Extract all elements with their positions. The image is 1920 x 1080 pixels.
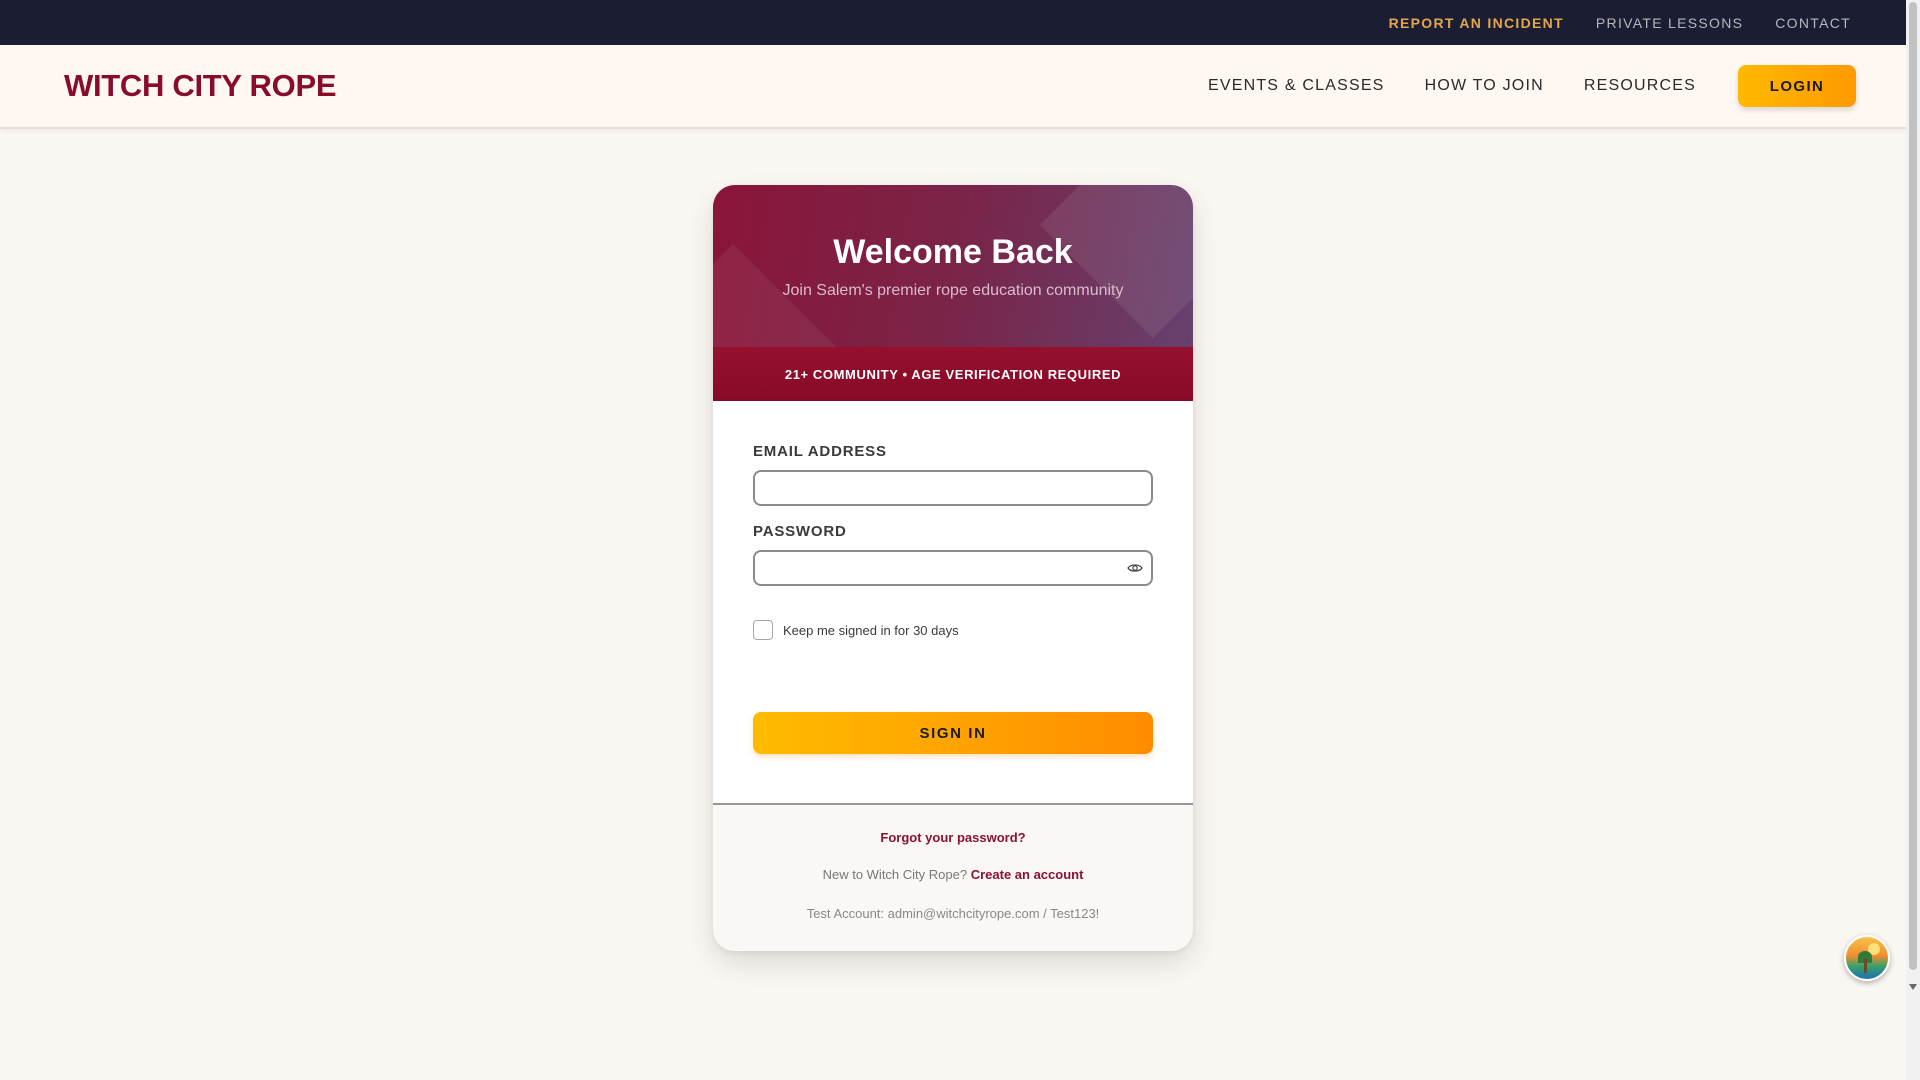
site-logo[interactable]: WITCH CITY ROPE xyxy=(64,68,337,104)
age-verification-banner: 21+ COMMUNITY • AGE VERIFICATION REQUIRE… xyxy=(713,347,1193,401)
password-label: PASSWORD xyxy=(753,523,847,540)
password-field[interactable] xyxy=(753,550,1153,586)
remember-me-row: Keep me signed in for 30 days xyxy=(753,620,1153,640)
password-wrap xyxy=(753,550,1153,586)
nav-how-to-join[interactable]: HOW TO JOIN xyxy=(1425,77,1544,95)
contact-link[interactable]: CONTACT xyxy=(1775,15,1851,31)
forgot-password-link[interactable]: Forgot your password? xyxy=(880,830,1025,845)
utility-bar: REPORT AN INCIDENT PRIVATE LESSONS CONTA… xyxy=(0,0,1906,45)
create-account-row: New to Witch City Rope? Create an accoun… xyxy=(713,867,1193,882)
nav-resources[interactable]: RESOURCES xyxy=(1584,77,1696,95)
main-nav: EVENTS & CLASSES HOW TO JOIN RESOURCES L… xyxy=(1208,65,1856,107)
email-field[interactable] xyxy=(753,470,1153,506)
scrollbar-thumb[interactable] xyxy=(1909,2,1917,970)
trunk-shape xyxy=(1864,959,1867,973)
page-title: Welcome Back xyxy=(833,233,1073,271)
new-user-prefix: New to Witch City Rope? xyxy=(822,867,971,882)
eye-icon[interactable] xyxy=(1127,560,1143,576)
create-account-link[interactable]: Create an account xyxy=(971,867,1084,882)
page-scrollbar[interactable] xyxy=(1906,0,1920,1080)
email-field-group: EMAIL ADDRESS xyxy=(753,443,1153,506)
login-card: Welcome Back Join Salem's premier rope e… xyxy=(713,185,1193,951)
report-incident-link[interactable]: REPORT AN INCIDENT xyxy=(1389,15,1564,31)
scroll-down-arrow-icon[interactable] xyxy=(1909,984,1917,990)
email-label: EMAIL ADDRESS xyxy=(753,443,887,460)
page-subtitle: Join Salem's premier rope education comm… xyxy=(782,282,1124,299)
palm-sunset-icon[interactable] xyxy=(1844,935,1890,981)
nav-events-classes[interactable]: EVENTS & CLASSES xyxy=(1208,77,1385,95)
main-header: WITCH CITY ROPE EVENTS & CLASSES HOW TO … xyxy=(0,45,1906,129)
sign-in-button[interactable]: SIGN IN xyxy=(753,712,1153,754)
card-footer: Forgot your password? New to Witch City … xyxy=(713,803,1193,951)
password-field-group: PASSWORD xyxy=(753,523,1153,586)
card-hero: Welcome Back Join Salem's premier rope e… xyxy=(713,185,1193,347)
remember-me-label: Keep me signed in for 30 days xyxy=(783,622,959,638)
remember-me-checkbox[interactable] xyxy=(753,620,773,640)
private-lessons-link[interactable]: PRIVATE LESSONS xyxy=(1596,15,1743,31)
login-form: EMAIL ADDRESS PASSWORD Keep me signed in… xyxy=(713,401,1193,803)
test-account-hint: Test Account: admin@witchcityrope.com / … xyxy=(806,906,1100,921)
login-button[interactable]: LOGIN xyxy=(1738,65,1856,107)
